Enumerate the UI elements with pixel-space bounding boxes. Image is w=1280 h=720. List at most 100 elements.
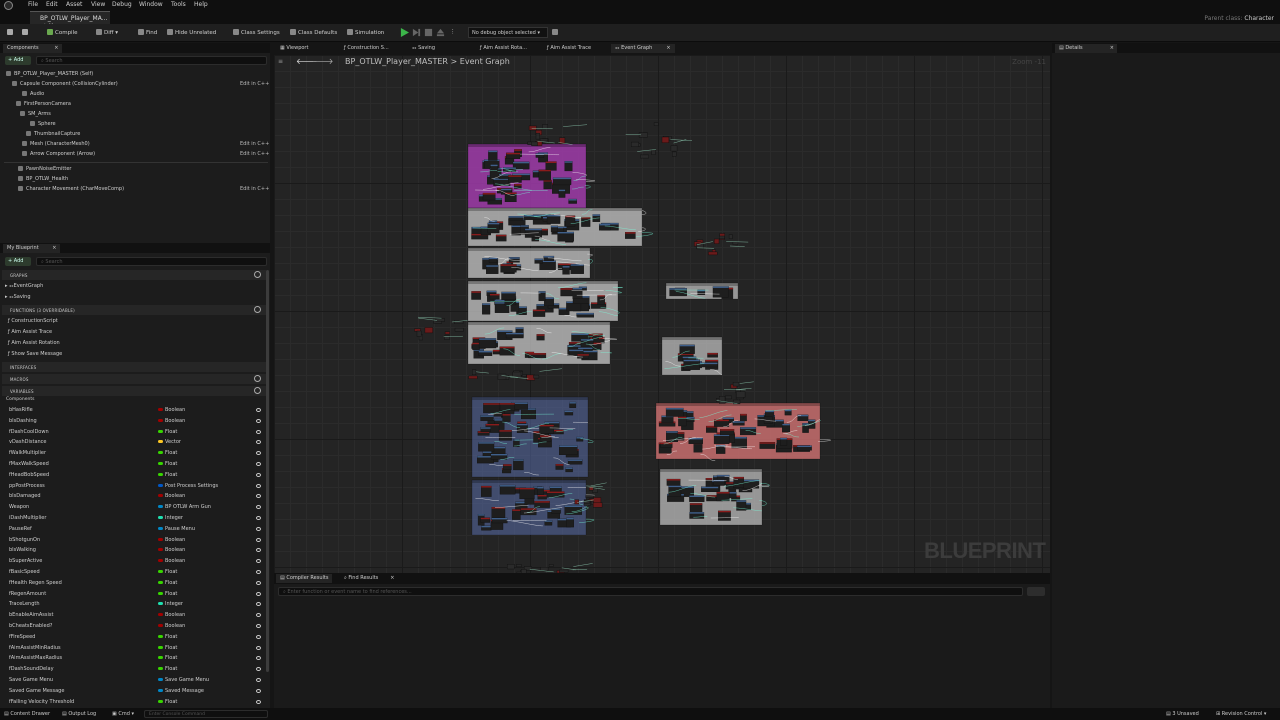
content-drawer-button[interactable]: ▤ Content Drawer (4, 711, 50, 717)
unreal-logo-icon[interactable] (4, 1, 13, 10)
add-function-icon[interactable] (254, 306, 261, 313)
variable-type[interactable]: Float (165, 645, 177, 651)
close-icon[interactable]: × (52, 245, 56, 251)
eye-icon[interactable] (256, 678, 261, 682)
section-interfaces[interactable]: INTERFACES (2, 362, 266, 372)
tab-viewport[interactable]: ▦ Viewport (276, 44, 312, 53)
variable-type[interactable]: Integer (165, 601, 183, 607)
close-icon[interactable]: × (1110, 45, 1114, 51)
class-defaults-button[interactable]: Class Defaults (290, 29, 337, 36)
eye-icon[interactable] (256, 699, 261, 704)
variable-type[interactable]: Save Game Menu (165, 677, 209, 683)
revision-control-button[interactable]: ⊞ Revision Control ▾ (1216, 711, 1266, 717)
variable-item[interactable]: fAimAssistMinRadius Float (0, 643, 266, 654)
variable-item[interactable]: bCheatsEnabled? Boolean (0, 621, 266, 632)
variable-type[interactable]: Boolean (165, 493, 185, 499)
close-icon[interactable]: × (666, 45, 670, 51)
eye-icon[interactable] (256, 688, 261, 693)
tab-aim-assist-trace[interactable]: ƒ Aim Assist Trace (543, 44, 595, 53)
eye-icon[interactable] (256, 429, 261, 434)
component-item[interactable]: Arrow Component (Arrow) (22, 151, 95, 161)
stop-icon[interactable] (424, 28, 433, 37)
variable-type[interactable]: Float (165, 472, 177, 478)
variable-type[interactable]: Float (165, 699, 177, 705)
eye-icon[interactable] (256, 451, 261, 456)
variable-type[interactable]: Boolean (165, 418, 185, 424)
my-blueprint-tab[interactable]: My Blueprint × (3, 244, 61, 253)
eye-icon[interactable] (256, 548, 261, 553)
hide-unrelated-button[interactable]: Hide Unrelated (167, 29, 216, 36)
eye-icon[interactable] (256, 613, 261, 618)
variable-type[interactable]: Boolean (165, 558, 185, 564)
variable-item[interactable]: fFalling Velocity Threshold Float (0, 697, 266, 708)
tab-find-results[interactable]: ⌕ Find Results × (340, 574, 398, 583)
output-log-button[interactable]: ▤ Output Log (62, 711, 96, 717)
variable-item[interactable]: bHasRifle Boolean (0, 405, 266, 416)
section-macros[interactable]: MACROS (2, 374, 266, 384)
add-graph-icon[interactable] (254, 271, 261, 278)
variable-type[interactable]: Float (165, 450, 177, 456)
variable-item[interactable]: fAimAssistMaxRadius Float (0, 653, 266, 664)
breadcrumb-graph[interactable]: Event Graph (460, 57, 510, 66)
variable-item[interactable]: Saved Game Message Saved Message (0, 686, 266, 697)
function-item[interactable]: ƒ ConstructionScript (8, 318, 58, 328)
variable-item[interactable]: fBasicSpeed Float (0, 567, 266, 578)
component-item[interactable]: ThumbnailCapture (26, 131, 80, 141)
variable-type[interactable]: Boolean (165, 407, 185, 413)
graph-menu-icon[interactable]: ≡ (278, 58, 283, 65)
eye-icon[interactable] (256, 472, 261, 477)
component-root[interactable]: BP_OTLW_Player_MASTER (Self) (6, 71, 93, 81)
component-item[interactable]: SM_Arms (20, 111, 51, 121)
eye-icon[interactable] (256, 570, 261, 574)
component-item[interactable]: Character Movement (CharMoveComp) (18, 186, 124, 196)
function-item[interactable]: ƒ Show Save Message (8, 351, 62, 361)
variable-type[interactable]: Float (165, 666, 177, 672)
eye-icon[interactable] (256, 418, 261, 423)
variable-type[interactable]: Boolean (165, 547, 185, 553)
components-search-input[interactable]: ⌕ Search (36, 56, 267, 65)
eye-icon[interactable] (256, 624, 261, 628)
eye-icon[interactable] (256, 462, 261, 466)
menu-asset[interactable]: Asset (66, 1, 82, 8)
variable-item[interactable]: fDashCoolDown Float (0, 427, 266, 438)
find-references-input[interactable]: ⌕ Enter function or event name to find r… (278, 587, 1023, 596)
variable-type[interactable]: Vector (165, 439, 181, 445)
find-button[interactable]: Find (138, 29, 157, 36)
variable-type[interactable]: Float (165, 655, 177, 661)
eye-icon[interactable] (256, 408, 261, 412)
variable-item[interactable]: fDashSoundDelay Float (0, 664, 266, 675)
menu-tools[interactable]: Tools (171, 1, 186, 8)
variable-type[interactable]: Boolean (165, 612, 185, 618)
find-options-button[interactable] (1027, 587, 1045, 596)
tab-aim-assist-rotation[interactable]: ƒ Aim Assist Rota... (476, 44, 531, 53)
component-item[interactable]: Sphere (30, 121, 56, 131)
variable-item[interactable]: bIsDashing Boolean (0, 416, 266, 427)
eye-icon[interactable] (256, 505, 261, 510)
variable-type[interactable]: BP OTLW Arm Gun (165, 504, 211, 510)
variable-type[interactable]: Float (165, 580, 177, 586)
variable-type[interactable]: Float (165, 634, 177, 640)
variable-type[interactable]: Boolean (165, 537, 185, 543)
variable-type[interactable]: Float (165, 429, 177, 435)
eye-icon[interactable] (256, 559, 261, 564)
browse-icon[interactable] (22, 29, 30, 36)
variable-item[interactable]: bIsDamaged Boolean (0, 491, 266, 502)
tab-construction-script[interactable]: ƒ Construction S... (340, 44, 393, 53)
add-macro-icon[interactable] (254, 375, 261, 382)
menu-help[interactable]: Help (194, 1, 208, 8)
step-icon[interactable] (412, 28, 421, 37)
event-graph-canvas[interactable] (274, 55, 1050, 573)
my-blueprint-scrollbar[interactable] (266, 270, 269, 672)
variable-item[interactable]: TraceLength Integer (0, 599, 266, 610)
close-icon[interactable]: × (54, 45, 58, 51)
add-variable-icon[interactable] (254, 387, 261, 394)
compile-button[interactable]: Compile (47, 29, 78, 36)
variable-item[interactable]: Save Game Menu Save Game Menu (0, 675, 266, 686)
eye-icon[interactable] (256, 537, 261, 542)
variable-type[interactable]: Saved Message (165, 688, 204, 694)
cmd-dropdown[interactable]: ▣ Cmd ▾ (112, 711, 134, 717)
variable-item[interactable]: fFireSpeed Float (0, 632, 266, 643)
eye-icon[interactable] (256, 580, 261, 585)
eye-icon[interactable] (256, 667, 261, 672)
variable-item[interactable]: bIsWalking Boolean (0, 545, 266, 556)
